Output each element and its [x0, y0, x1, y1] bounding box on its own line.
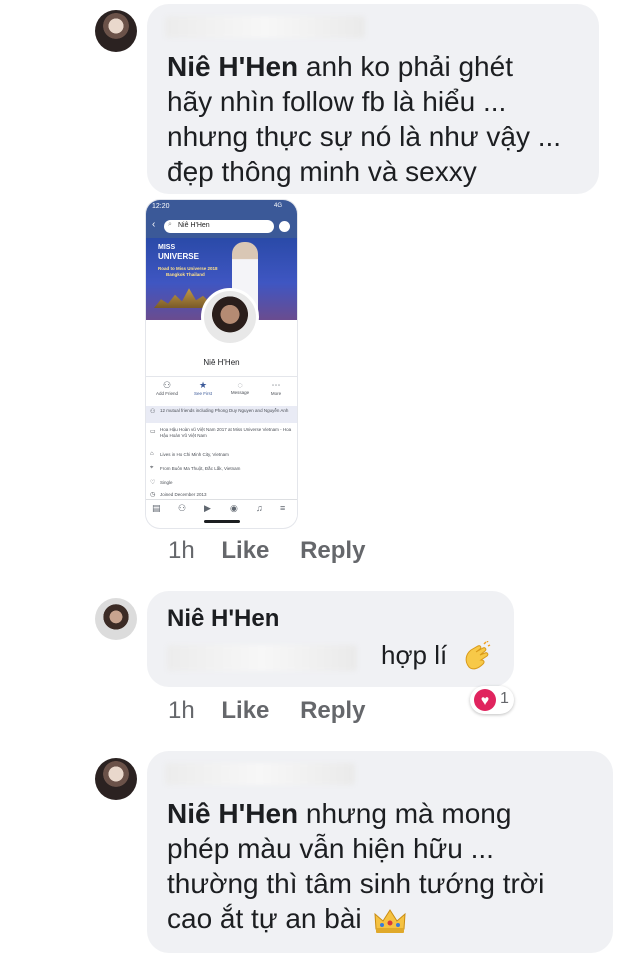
- comment-mention[interactable]: Niê H'Hen: [167, 51, 298, 82]
- home-icon: ⌂: [150, 451, 154, 457]
- messenger-icon[interactable]: [279, 221, 290, 232]
- comment-mention[interactable]: Niê H'Hen: [167, 798, 298, 829]
- profile-actions: ⚇ Add Friend ★ See First ◌ Message ⋯ Mor…: [146, 376, 297, 405]
- redacted-mention: [167, 645, 357, 671]
- more-icon: ⋯: [271, 380, 281, 390]
- reply-text: hợp lí: [381, 638, 492, 673]
- fb-search-header: 12:20 4G ‹ ⌕ Niê H'Hen: [146, 200, 297, 238]
- like-button[interactable]: Like: [221, 537, 269, 564]
- location-icon: ⌖: [150, 465, 154, 471]
- commenter-avatar[interactable]: [95, 758, 137, 800]
- relationship-row: ♡ Single: [150, 480, 173, 486]
- menu-icon[interactable]: ≡: [280, 503, 285, 513]
- notifications-icon[interactable]: ♫: [256, 503, 263, 513]
- add-friend-icon: ⚇: [162, 380, 172, 390]
- profile-name: Niê H'Hen: [203, 358, 240, 367]
- friends-icon: ⚇: [150, 409, 156, 415]
- redacted-author-name: [165, 763, 355, 785]
- watch-icon[interactable]: ▶: [204, 503, 211, 514]
- joined-row: ◷ Joined December 2013: [150, 492, 207, 498]
- heart-outline-icon: ♡: [150, 480, 156, 486]
- see-first-button[interactable]: ★ See First: [186, 380, 220, 396]
- reply-author-avatar[interactable]: [95, 598, 137, 640]
- friends-tab-icon[interactable]: ⚇: [178, 503, 186, 514]
- love-reaction-icon: ♥: [474, 689, 496, 711]
- comment-bubble-1: Niê H'Hen anh ko phải ghét hãy nhìn foll…: [147, 4, 599, 194]
- back-arrow-icon[interactable]: ‹: [152, 219, 155, 230]
- attached-image[interactable]: 12:20 4G ‹ ⌕ Niê H'Hen MISS UNIVERSE Roa…: [146, 200, 297, 528]
- comment-bubble-3: Niê H'Hen nhưng mà mong phép màu vẫn hiệ…: [147, 751, 613, 953]
- profile-picture[interactable]: [201, 288, 259, 346]
- comment-time[interactable]: 1h: [168, 537, 195, 564]
- from-row: ⌖ From Buôn Ma Thuột, Đắc Lắk, Vietnam: [150, 465, 241, 471]
- work-row: ▭ Hoa Hậu Hoàn vũ Việt Nam 2017 at Miss …: [150, 427, 292, 438]
- more-button[interactable]: ⋯ More: [259, 380, 293, 396]
- mutual-friends-row: ⚇ 12 mutual friends including Phong Duy …: [146, 406, 297, 423]
- fb-search-input[interactable]: ⌕ Niê H'Hen: [164, 220, 274, 233]
- clapping-hands-icon: [460, 640, 492, 673]
- comment-time[interactable]: 1h: [168, 697, 195, 724]
- profile-tab-icon[interactable]: ◉: [230, 503, 238, 514]
- clock-icon: ◷: [150, 492, 156, 498]
- comment-bubble-2: Niê H'Hen hợp lí: [147, 591, 514, 687]
- crown-icon: [373, 907, 407, 935]
- comment-text-1: Niê H'Hen anh ko phải ghét hãy nhìn foll…: [167, 51, 562, 187]
- message-icon: ◌: [237, 380, 243, 390]
- reaction-count: 1: [500, 690, 509, 707]
- lives-row: ⌂ Lives in Ho Chi Minh City, Vietnam: [150, 451, 229, 457]
- reply-button[interactable]: Reply: [300, 697, 365, 724]
- redacted-author-name: [165, 16, 365, 38]
- reaction-summary[interactable]: ♥ 1: [470, 686, 514, 714]
- like-button[interactable]: Like: [221, 697, 269, 724]
- add-friend-button[interactable]: ⚇ Add Friend: [150, 380, 184, 396]
- comment-text-3: Niê H'Hen nhưng mà mong phép màu vẫn hiệ…: [167, 798, 545, 935]
- reply-author-name[interactable]: Niê H'Hen: [167, 601, 279, 636]
- star-icon: ★: [198, 380, 208, 390]
- fb-tab-bar: ▤ ⚇ ▶ ◉ ♫ ≡: [146, 499, 297, 518]
- commenter-avatar[interactable]: [95, 10, 137, 52]
- reply-button[interactable]: Reply: [300, 537, 365, 564]
- search-icon: ⌕: [168, 221, 172, 228]
- home-indicator: [204, 520, 240, 523]
- message-button[interactable]: ◌ Message: [223, 380, 257, 395]
- comment-meta-1: 1h Like Reply: [168, 537, 365, 565]
- comment-meta-2: 1h Like Reply: [168, 697, 365, 725]
- briefcase-icon: ▭: [150, 429, 156, 435]
- news-feed-icon[interactable]: ▤: [152, 503, 161, 514]
